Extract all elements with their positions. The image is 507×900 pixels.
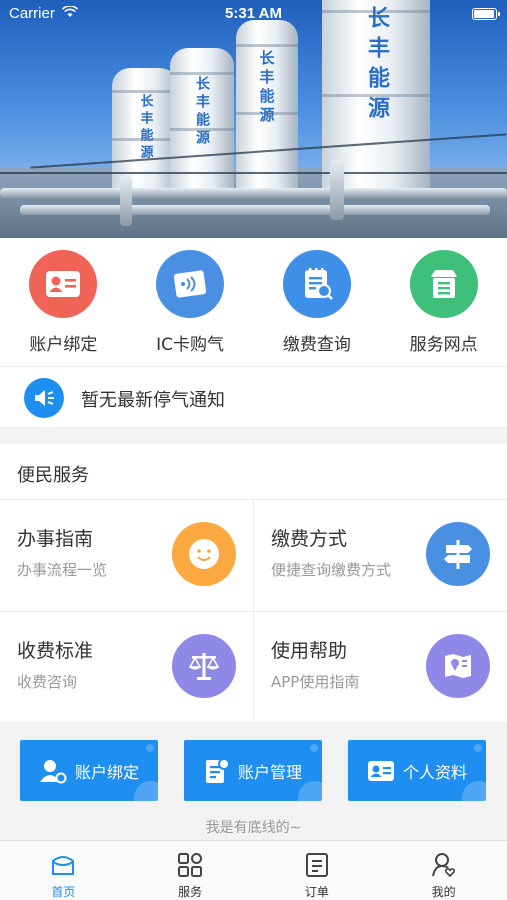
tab-home[interactable]: 首页 (0, 841, 127, 900)
account-bind-button[interactable]: 账户绑定 (20, 740, 158, 801)
service-title: 缴费方式 (271, 528, 348, 550)
tank-label: 长丰能源 (137, 94, 153, 162)
quick-action-label: 账户绑定 (29, 335, 98, 355)
service-card-guide[interactable]: 办事指南 办事流程一览 (0, 499, 253, 611)
status-bar: Carrier 5:31 AM (0, 0, 507, 28)
map-book-icon (426, 634, 490, 698)
id-card-icon (29, 250, 98, 318)
quick-actions: 账户绑定 IC卡购气 缴费查询 服务网点 (0, 238, 507, 366)
speaker-icon (24, 378, 64, 418)
shop-icon (409, 250, 478, 318)
tab-orders[interactable]: 订单 (254, 841, 381, 900)
tab-label: 服务 (178, 885, 203, 899)
outage-notice-bar[interactable]: 暂无最新停气通知 (0, 366, 507, 428)
battery-icon (472, 8, 500, 20)
account-manage-icon (204, 757, 230, 785)
clock: 5:31 AM (225, 5, 282, 22)
shortcut-buttons: 账户绑定 账户管理 个人资料 我是有底线的~ (0, 722, 507, 840)
shortcut-label: 账户管理 (237, 762, 302, 782)
scale-icon (172, 634, 236, 698)
smiley-icon (172, 522, 236, 586)
hero-banner[interactable]: 长丰能源 长丰能源 长丰能源 长丰能源 (0, 0, 507, 238)
quick-action-account-bind[interactable]: 账户绑定 (0, 238, 127, 366)
user-bind-icon (39, 758, 67, 784)
service-subtitle: 办事流程一览 (17, 561, 108, 579)
shortcut-label: 个人资料 (402, 762, 467, 782)
service-subtitle: APP使用指南 (271, 673, 360, 691)
shortcut-label: 账户绑定 (74, 762, 139, 782)
service-card-help[interactable]: 使用帮助 APP使用指南 (254, 611, 507, 723)
quick-action-label: IC卡购气 (156, 335, 225, 355)
service-subtitle: 收费咨询 (17, 673, 78, 691)
grid-icon (177, 851, 203, 879)
services-section: 便民服务 办事指南 办事流程一览 缴费方式 便捷查询缴费方式 收费标准 收费咨询 (0, 444, 507, 722)
service-card-payment-methods[interactable]: 缴费方式 便捷查询缴费方式 (254, 499, 507, 611)
tab-me[interactable]: 我的 (380, 841, 507, 900)
quick-action-label: 服务网点 (409, 335, 478, 355)
tab-label: 我的 (431, 885, 456, 899)
signpost-icon (426, 522, 490, 586)
service-title: 使用帮助 (271, 640, 348, 662)
profile-card-icon (367, 759, 395, 783)
tab-label: 首页 (51, 885, 76, 899)
ic-card-icon (156, 250, 225, 318)
tab-services[interactable]: 服务 (127, 841, 254, 900)
quick-action-ic-card[interactable]: IC卡购气 (127, 238, 254, 366)
service-title: 收费标准 (17, 640, 94, 662)
notice-text: 暂无最新停气通知 (81, 390, 225, 411)
account-manage-button[interactable]: 账户管理 (184, 740, 322, 801)
service-title: 办事指南 (17, 528, 94, 550)
quick-action-label: 缴费查询 (282, 335, 351, 355)
end-of-list-text: 我是有底线的~ (205, 820, 302, 836)
bill-search-icon (282, 250, 351, 318)
service-card-fee-standards[interactable]: 收费标准 收费咨询 (0, 611, 253, 723)
tab-label: 订单 (304, 885, 329, 899)
section-title: 便民服务 (17, 465, 89, 486)
quick-action-service-outlets[interactable]: 服务网点 (380, 238, 507, 366)
order-icon (305, 851, 329, 879)
tank-label: 长丰能源 (194, 76, 210, 148)
profile-button[interactable]: 个人资料 (348, 740, 486, 801)
service-subtitle: 便捷查询缴费方式 (271, 561, 392, 579)
tab-bar: 首页 服务 订单 我的 (0, 840, 507, 900)
home-screen: 长丰能源 长丰能源 长丰能源 长丰能源 Carrier 5:31 AM 账户绑定… (0, 0, 507, 900)
quick-action-bill-query[interactable]: 缴费查询 (254, 238, 381, 366)
profile-icon (431, 851, 457, 879)
storage-tank: 长丰能源 (170, 48, 234, 198)
home-icon (50, 851, 76, 879)
tank-label: 长丰能源 (257, 50, 276, 126)
